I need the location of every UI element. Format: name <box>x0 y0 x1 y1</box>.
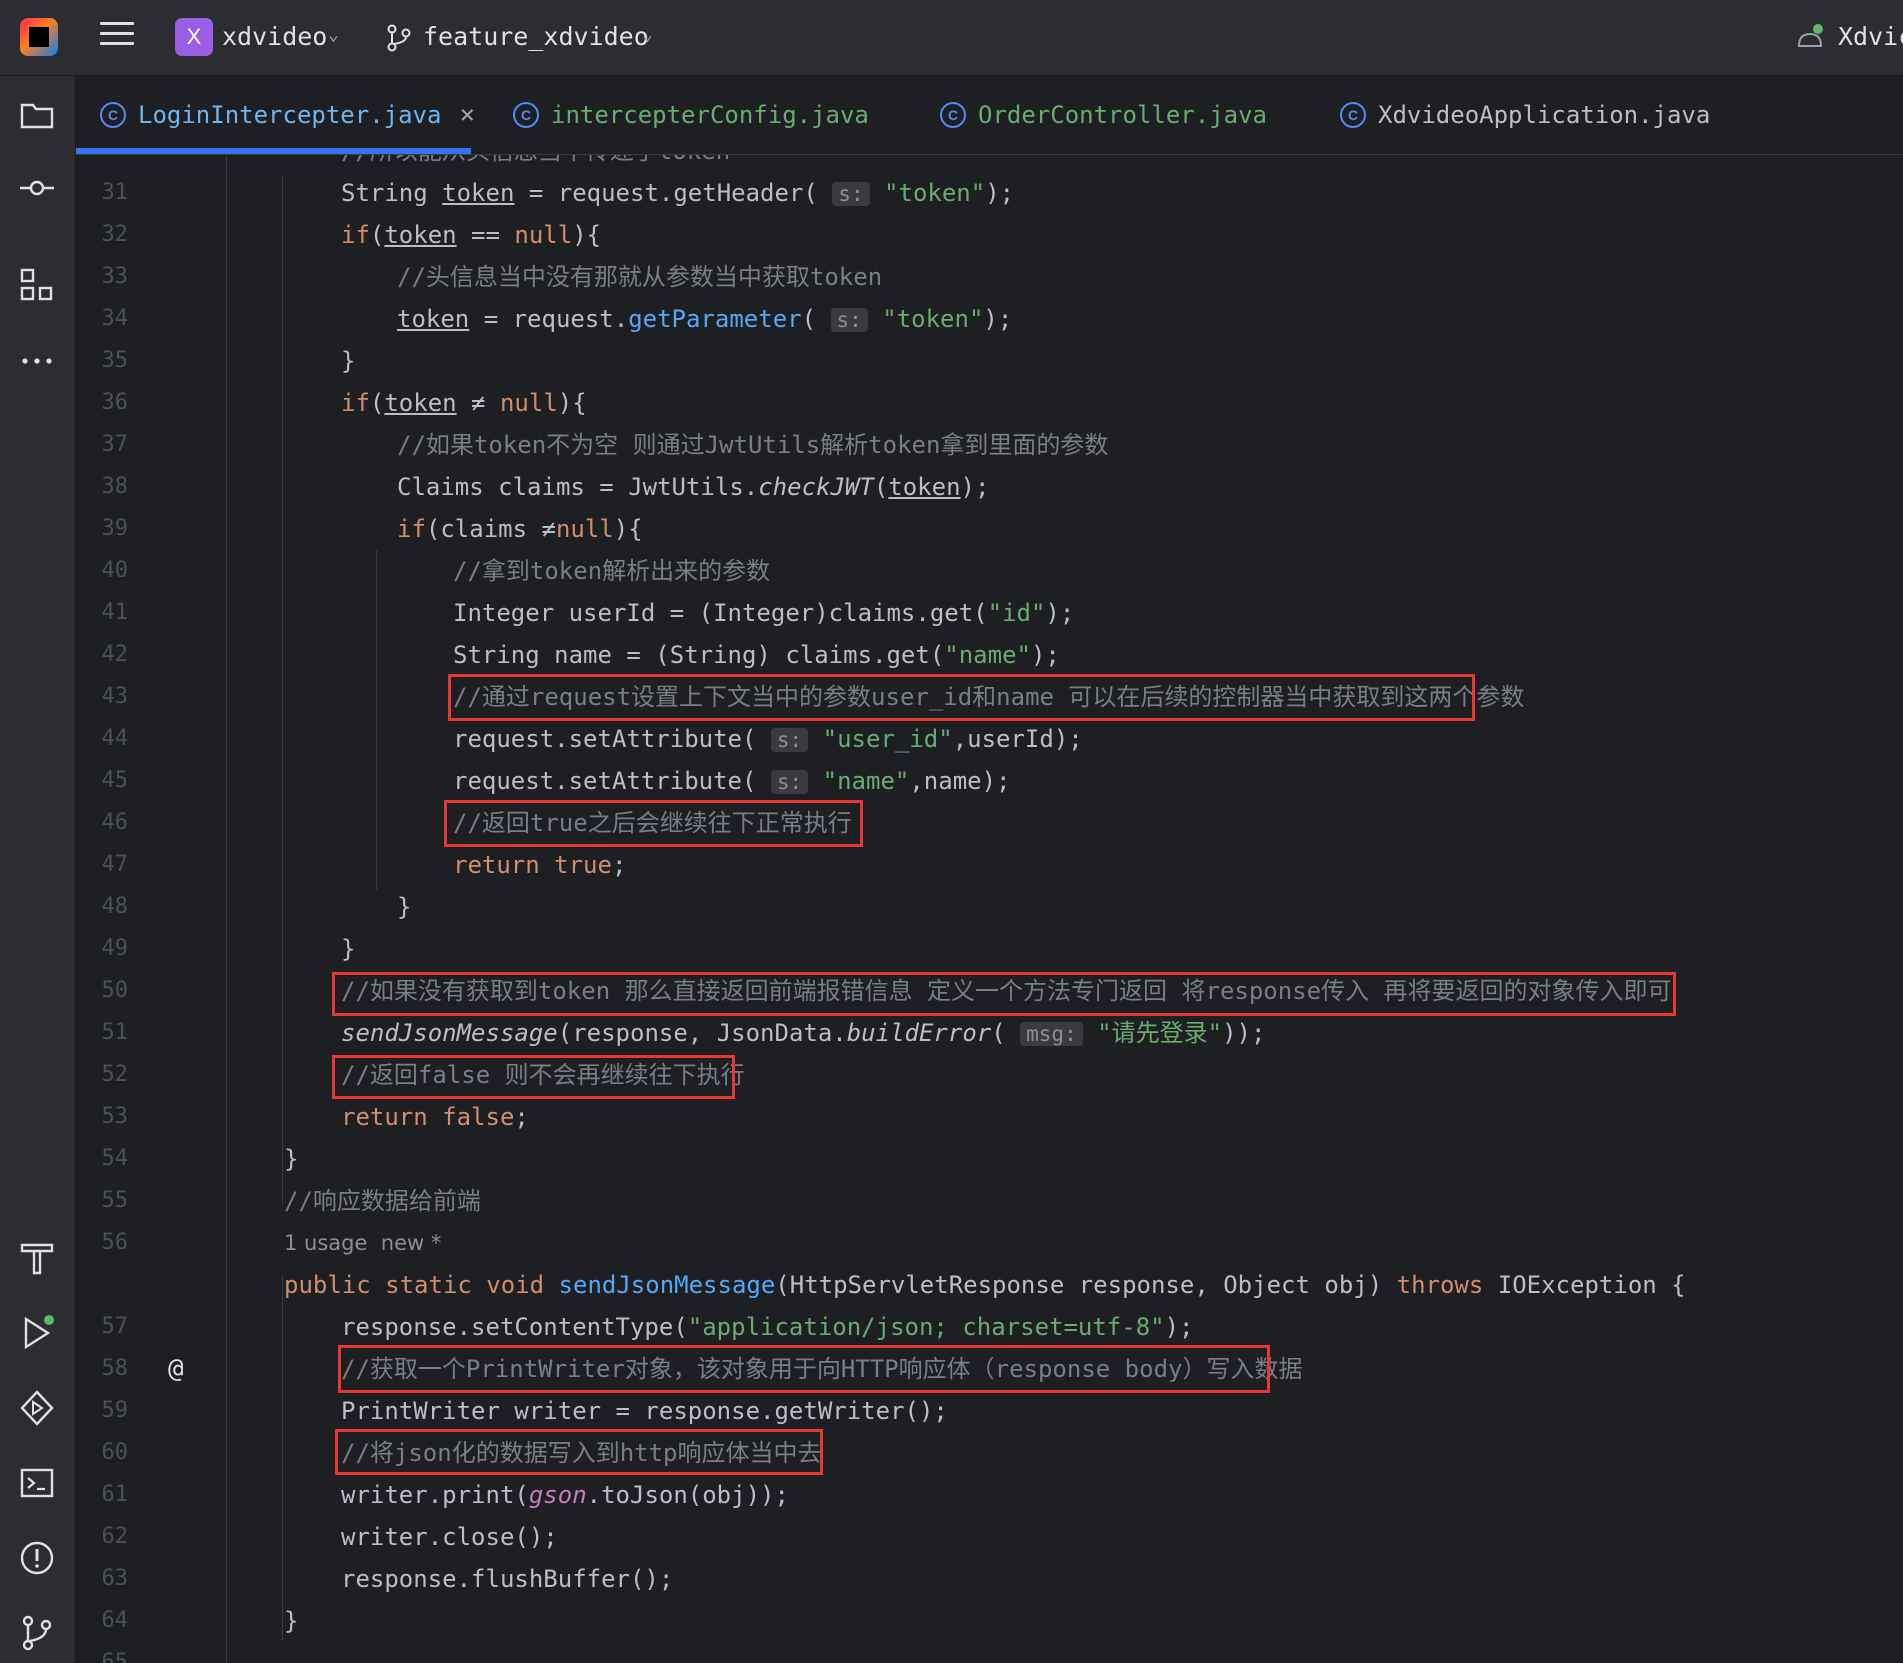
close-tab-icon[interactable]: × <box>459 100 475 130</box>
spring-class-icon: C <box>1340 102 1366 128</box>
main-menu-icon[interactable] <box>100 22 134 52</box>
code-line: 63 writer.close(); <box>101 1523 558 1591</box>
annotation-highlight <box>332 1055 735 1099</box>
code-comment: //头信息当中没有那就从参数当中获取token <box>397 263 883 291</box>
code-line: 62 writer.print(gson.toJson(obj)); <box>101 1481 789 1549</box>
intellij-logo-icon[interactable] <box>20 18 58 56</box>
services-icon[interactable] <box>18 1389 56 1427</box>
tab-label: XdvideoApplication.java <box>1378 101 1711 129</box>
class-icon: C <box>513 102 539 128</box>
code-line: 35 token = request.getParameter( s: "tok… <box>101 305 1013 373</box>
class-icon: C <box>940 102 966 128</box>
run-icon[interactable] <box>18 1314 56 1352</box>
title-bar: X xdvideo ⌄ feature_xdvideo ⌄ Xdvic <box>0 0 1903 76</box>
tab-label: LoginIntercepter.java <box>138 101 442 129</box>
annotation-highlight <box>444 800 863 847</box>
code-line: 58 response.setContentType("application/… <box>101 1313 1194 1381</box>
code-comment: //所以能从头信息当中传递了token <box>341 155 730 172</box>
editor-tab-bar: C LoginIntercepter.java × C intercepterC… <box>76 76 1903 155</box>
code-line: 36 } <box>101 347 356 415</box>
structure-icon[interactable] <box>18 266 56 304</box>
code-line: 41 //拿到token解析出来的参数 <box>76 550 1903 625</box>
code-line: 47 //返回true之后会继续往下正常执行 <box>76 802 1903 877</box>
code-line: 32 String token = request.getHeader( s: … <box>101 179 1015 247</box>
code-comment: //如果token不为空 则通过JwtUtils解析token拿到里面的参数 <box>397 431 1109 459</box>
code-line: 48 return true; <box>101 851 627 919</box>
terminal-icon[interactable] <box>18 1464 56 1502</box>
annotation-highlight <box>332 972 1676 1016</box>
tool-window-sidebar <box>0 76 76 1663</box>
git-icon[interactable] <box>18 1614 56 1652</box>
code-line: 31 //所以能从头信息当中传递了token <box>76 155 1903 205</box>
active-tab-indicator <box>76 148 471 154</box>
code-line: 43 String name = (String) claims.get("na… <box>101 641 1060 709</box>
code-line: 56 //响应数据给前端 <box>76 1180 1903 1255</box>
tab-intercepter-config[interactable]: C intercepterConfig.java <box>513 76 869 154</box>
code-line: 60 PrintWriter writer = response.getWrit… <box>101 1397 948 1465</box>
tab-xdvideo-application[interactable]: C XdvideoApplication.java <box>1340 76 1710 154</box>
code-line: 46 request.setAttribute( s: "name",name)… <box>101 767 1011 835</box>
code-line: 50 } <box>101 935 356 1003</box>
code-line: 34 //头信息当中没有那就从参数当中获取token <box>76 256 1903 331</box>
code-line: 33 if(token == null){ <box>101 221 602 289</box>
chevron-down-icon[interactable]: ⌄ <box>642 24 653 45</box>
tab-label: intercepterConfig.java <box>551 101 869 129</box>
code-line: 37 if(token ≠ null){ <box>101 389 587 457</box>
project-name[interactable]: xdvideo <box>222 22 327 51</box>
annotation-highlight <box>338 1345 1270 1393</box>
code-line: 39 Claims claims = JwtUtils.checkJWT(tok… <box>101 473 990 541</box>
build-hammer-icon[interactable] <box>18 1239 56 1277</box>
code-line: 65 } <box>101 1607 299 1663</box>
class-icon: C <box>100 102 126 128</box>
code-editor[interactable]: 31 //所以能从头信息当中传递了token 32 String token =… <box>76 155 1903 1663</box>
code-comment: //拿到token解析出来的参数 <box>453 557 771 585</box>
branch-name[interactable]: feature_xdvideo <box>423 22 649 51</box>
code-line: 40 if(claims ≠null){ <box>101 515 643 583</box>
code-line: 42 Integer userId = (Integer)claims.get(… <box>101 599 1075 667</box>
code-line: 54 return false; <box>101 1103 529 1171</box>
code-line: 38 //如果token不为空 则通过JwtUtils解析token拿到里面的参… <box>76 424 1903 499</box>
code-line: 52 sendJsonMessage(response, JsonData.bu… <box>101 1019 1266 1087</box>
chevron-down-icon[interactable]: ⌄ <box>328 24 339 45</box>
run-config-name[interactable]: Xdvic <box>1838 22 1903 51</box>
more-tools-icon[interactable] <box>18 342 56 380</box>
code-line: 64 response.flushBuffer(); <box>101 1565 674 1633</box>
code-line: 55 } <box>101 1145 299 1213</box>
annotation-highlight <box>448 674 1475 721</box>
code-vision-hint[interactable]: 1 usage new * <box>76 1222 1903 1264</box>
tab-order-controller[interactable]: C OrderController.java <box>940 76 1267 154</box>
code-line: 45 request.setAttribute( s: "user_id",us… <box>101 725 1083 793</box>
run-config-icon[interactable] <box>1795 22 1825 52</box>
project-folder-icon[interactable] <box>18 96 56 134</box>
commit-icon[interactable] <box>18 169 56 207</box>
code-line: 57 @ public static void sendJsonMessage(… <box>76 1264 1903 1384</box>
project-badge[interactable]: X <box>175 18 213 56</box>
code-comment: //响应数据给前端 <box>284 1187 481 1215</box>
tab-label: OrderController.java <box>978 101 1267 129</box>
tab-login-intercepter[interactable]: C LoginIntercepter.java × <box>100 76 475 154</box>
problems-icon[interactable] <box>18 1539 56 1577</box>
code-line: 49 } <box>101 893 412 961</box>
annotation-highlight <box>335 1429 823 1475</box>
git-branch-icon[interactable] <box>386 24 412 52</box>
